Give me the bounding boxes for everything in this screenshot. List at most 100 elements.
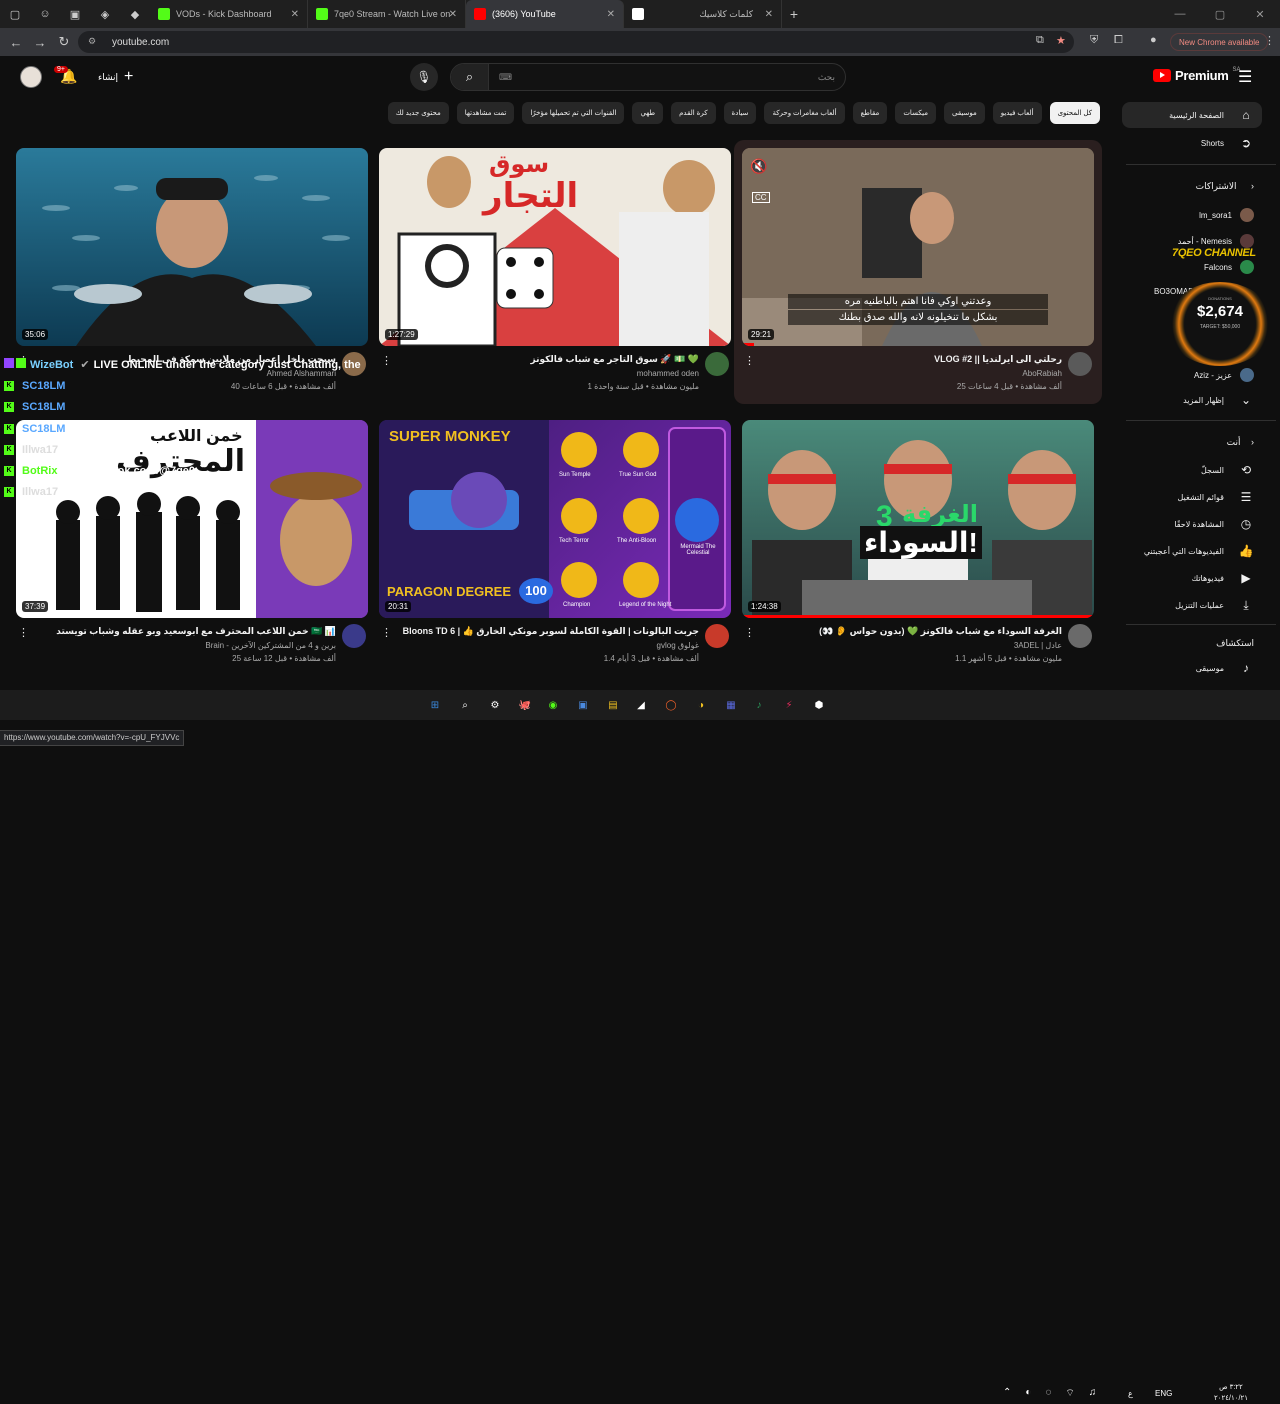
app-icon[interactable]: ◉ <box>544 696 562 714</box>
settings-icon[interactable]: ⚙ <box>486 696 504 714</box>
sidebar-item-shorts[interactable]: Shorts ➲ <box>1122 130 1262 156</box>
channel-name[interactable]: gvlog غولوق <box>657 641 699 650</box>
chip-all[interactable]: كل المحتوى <box>1049 102 1100 124</box>
obs-icon[interactable]: ⬢ <box>810 696 828 714</box>
discord-icon[interactable]: ▦ <box>722 696 740 714</box>
channel-name[interactable]: Ahmed Alshammari <box>267 369 336 378</box>
new-chrome-available-button[interactable]: New Chrome available <box>1170 33 1269 51</box>
video-title[interactable]: سبحت داخل إعصار من ملايين سمكة في المحيط <box>36 354 336 365</box>
install-app-icon[interactable]: ⧉ <box>1036 34 1044 47</box>
chip[interactable]: طهي <box>632 102 664 124</box>
profile-icon[interactable]: ● <box>1150 34 1157 46</box>
sidebar-item-downloads[interactable]: عمليات التنزيل ⤓ <box>1122 592 1262 618</box>
tiktok-icon[interactable]: ⚡ <box>780 696 798 714</box>
more-actions-icon[interactable]: ⋮ <box>744 626 755 639</box>
video-card[interactable]: 35:06 سبحت داخل إعصار من ملايين سمكة في … <box>16 148 368 391</box>
url-field[interactable]: ⚙ youtube.com <box>78 31 1074 53</box>
captions-icon[interactable]: CC <box>752 192 770 203</box>
minimize-icon[interactable]: — <box>1160 0 1200 28</box>
close-icon[interactable]: ✕ <box>765 9 773 20</box>
chrome-menu-icon[interactable]: ⋮ <box>1264 34 1275 47</box>
input-language-indicator[interactable]: ع <box>1128 1389 1133 1398</box>
video-thumbnail[interactable]: 3 الغرفة السوداء! 1:24:38 <box>742 420 1094 618</box>
back-icon[interactable]: ← <box>4 35 28 50</box>
app-icon[interactable]: ◢ <box>632 696 650 714</box>
hamburger-menu-icon[interactable]: ☰ <box>1238 67 1252 87</box>
avatar[interactable] <box>20 66 42 88</box>
more-actions-icon[interactable]: ⋮ <box>381 626 392 639</box>
volume-icon[interactable]: ♫ <box>1089 1387 1097 1400</box>
video-card[interactable]: 3 الغرفة السوداء! 1:24:38 الغرفة السوداء… <box>742 420 1094 663</box>
app-icon[interactable]: 🐙 <box>516 696 534 714</box>
excel-icon[interactable]: ♪ <box>750 696 768 714</box>
bookmark-star-icon[interactable]: ★ <box>1056 34 1066 47</box>
app-icon[interactable]: ▣ <box>574 696 592 714</box>
browser-tab[interactable]: VODs - Kick Dashboard ✕ <box>150 0 308 28</box>
channel-avatar[interactable] <box>1068 624 1092 648</box>
forward-icon[interactable]: → <box>28 35 52 50</box>
chip[interactable]: تمت مشاهدتها <box>456 102 515 124</box>
video-title[interactable]: Bloons TD 6 | 👍 جربت البالونات | القوة ا… <box>399 626 699 637</box>
video-card[interactable]: خمن اللاعب المحترف 37:39 خمن اللاعب المح… <box>16 420 368 663</box>
chevron-up-icon[interactable]: ⌃ <box>1003 1387 1011 1400</box>
browser-tab[interactable]: كلمات كلاسيك ✕ <box>624 0 782 28</box>
network-icon[interactable]: ⌔ <box>1065 1387 1074 1400</box>
sidebar-item-history[interactable]: السجلّ ⟲ <box>1122 457 1262 483</box>
more-actions-icon[interactable]: ⋮ <box>18 354 29 367</box>
chip[interactable]: كرة القدم <box>671 102 716 124</box>
chip[interactable]: موسيقى <box>944 102 985 124</box>
channel-avatar[interactable] <box>342 352 366 376</box>
sidebar-item-home[interactable]: الصفحة الرئيسية ⌂ <box>1122 102 1262 128</box>
pinned-tab-4[interactable]: ◈ <box>90 0 120 28</box>
close-icon[interactable]: ✕ <box>449 9 457 20</box>
video-thumbnail[interactable]: 🔇 CC وعدتني اوكي فانا اهتم بالباطنيه مره… <box>742 148 1094 346</box>
sidebar-item-subscription[interactable]: lm_sora1 <box>1199 208 1254 222</box>
search-icon[interactable]: ⌕ <box>456 696 474 714</box>
search-button[interactable]: ⌕ <box>451 64 489 90</box>
reload-icon[interactable]: ↻ <box>52 34 76 50</box>
browser-tab[interactable]: 7qe0 Stream - Watch Live on Kick✕ <box>308 0 466 28</box>
start-icon[interactable]: ⊞ <box>426 696 444 714</box>
you-heading[interactable]: أنت › <box>1227 437 1254 448</box>
pinned-tab-3[interactable]: ▣ <box>60 0 90 28</box>
video-thumbnail[interactable]: 35:06 <box>16 148 368 346</box>
channel-avatar[interactable] <box>342 624 366 648</box>
new-tab-button[interactable]: + <box>782 6 806 22</box>
video-title[interactable]: الغرفة السوداء مع شباب فالكونز 💚 (بدون ح… <box>762 626 1062 637</box>
more-actions-icon[interactable]: ⋮ <box>744 354 755 367</box>
search-input[interactable] <box>489 64 845 90</box>
sidebar-item-subscription[interactable]: أحمد - Nemesis <box>1178 234 1254 248</box>
channel-name[interactable]: mohammed oden <box>637 369 699 378</box>
video-card-hovered[interactable]: 🔇 CC وعدتني اوكي فانا اهتم بالباطنيه مره… <box>734 140 1102 404</box>
channel-avatar[interactable] <box>1068 352 1092 376</box>
steam-tray-icon[interactable]: ◌ <box>1045 1387 1051 1400</box>
create-button[interactable]: إنشاء + <box>98 68 133 86</box>
chrome-icon[interactable]: ◑ <box>692 696 710 714</box>
extension-shield-icon[interactable]: ⛨ <box>1090 34 1098 47</box>
chip[interactable]: سيادة <box>723 102 757 124</box>
channel-name[interactable]: 3ADEL | عادل <box>1014 641 1062 650</box>
channel-name[interactable]: Brain - برين و 4 من المشتركين الآخرين <box>205 641 336 650</box>
chip[interactable]: ميكسات <box>895 102 937 124</box>
sidebar-item-subscription[interactable]: Falcons <box>1204 260 1254 274</box>
video-title[interactable]: سوق التاجر مع شباب فالكونز 🚀 💵 💚 <box>399 354 699 365</box>
channel-name[interactable]: AboRabiah <box>1022 369 1062 378</box>
sidebar-item-playlists[interactable]: قوائم التشغيل ☰ <box>1122 484 1262 510</box>
sidebar-item-your-videos[interactable]: فيديوهاتك ▶ <box>1122 565 1262 591</box>
chip[interactable]: ألعاب مغامرات وحركة <box>764 102 845 124</box>
chip[interactable]: ألعاب فيديو <box>992 102 1042 124</box>
pinned-tab-1[interactable]: ▢ <box>0 0 30 28</box>
discord-tray-icon[interactable]: ◐ <box>1025 1387 1031 1400</box>
mute-icon[interactable]: 🔇 <box>750 158 767 175</box>
youtube-premium-logo[interactable]: Premium SA <box>1153 67 1241 83</box>
more-actions-icon[interactable]: ⋮ <box>18 626 29 639</box>
chip[interactable]: القنوات التي تم تحميلها مؤخرًا <box>522 102 625 124</box>
sidebar-item-watch-later[interactable]: المشاهدة لاحقًا ◷ <box>1122 511 1262 537</box>
keyboard-icon[interactable]: ⌨ <box>499 72 512 83</box>
language-indicator[interactable]: ENG <box>1155 1389 1172 1398</box>
sidebar-item-liked-videos[interactable]: الفيديوهات التي أعجبتني 👍 <box>1122 538 1262 564</box>
voice-search-button[interactable]: 🎙 <box>410 63 438 91</box>
close-icon[interactable]: ✕ <box>607 9 615 20</box>
channel-avatar[interactable] <box>705 624 729 648</box>
close-window-icon[interactable]: ✕ <box>1240 0 1280 28</box>
